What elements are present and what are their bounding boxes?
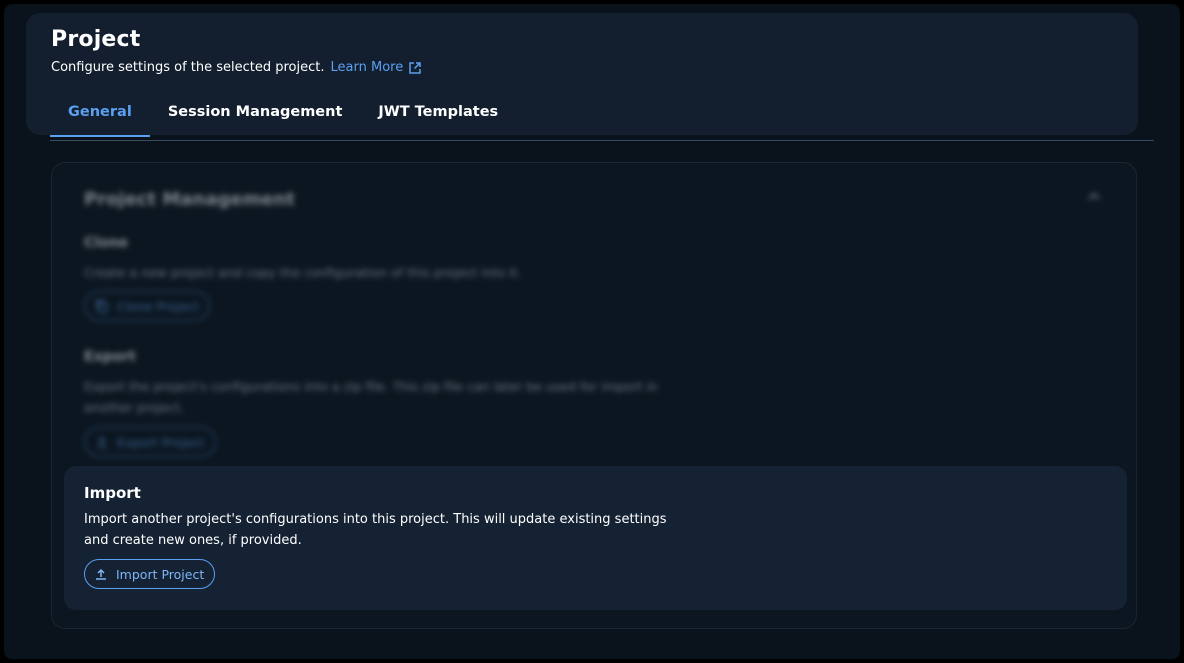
- copy-icon: [96, 300, 108, 313]
- page-subtitle: Configure settings of the selected proje…: [51, 60, 325, 75]
- learn-more-link[interactable]: Learn More: [331, 60, 423, 75]
- upload-icon: [96, 568, 106, 580]
- clone-title: Clone: [84, 235, 129, 251]
- page-subtitle-row: Configure settings of the selected proje…: [51, 60, 422, 75]
- export-project-button[interactable]: Export Project: [84, 427, 216, 457]
- import-project-label: Import Project: [116, 566, 205, 582]
- page-title: Project: [51, 27, 141, 52]
- tab-general[interactable]: General: [50, 99, 150, 137]
- import-project-button[interactable]: Import Project: [84, 559, 216, 589]
- clone-project-label: Clone Project: [117, 298, 200, 314]
- section-title: Project Management: [84, 189, 295, 210]
- tab-bar: General Session Management JWT Templates: [50, 99, 516, 137]
- upload-icon: [97, 436, 107, 448]
- tab-divider: [50, 140, 1154, 141]
- app-frame: Project Configure settings of the select…: [4, 4, 1180, 659]
- export-project-label: Export Project: [117, 434, 205, 450]
- chevron-up-icon[interactable]: [1086, 189, 1102, 205]
- clone-description: Create a new project and copy the config…: [84, 265, 522, 280]
- import-title: Import: [84, 484, 141, 502]
- learn-more-label: Learn More: [330, 60, 404, 75]
- tab-session-management[interactable]: Session Management: [150, 99, 361, 135]
- export-description: Export the project's configurations into…: [84, 379, 658, 415]
- export-title: Export: [84, 349, 136, 365]
- external-link-icon: [409, 61, 421, 74]
- clone-project-button[interactable]: Clone Project: [84, 291, 211, 321]
- import-section: Import Import another project's configur…: [64, 466, 1127, 610]
- page-header: Project Configure settings of the select…: [26, 13, 1154, 141]
- tab-jwt-templates[interactable]: JWT Templates: [360, 99, 516, 135]
- import-description: Import another project's configurations …: [84, 512, 667, 548]
